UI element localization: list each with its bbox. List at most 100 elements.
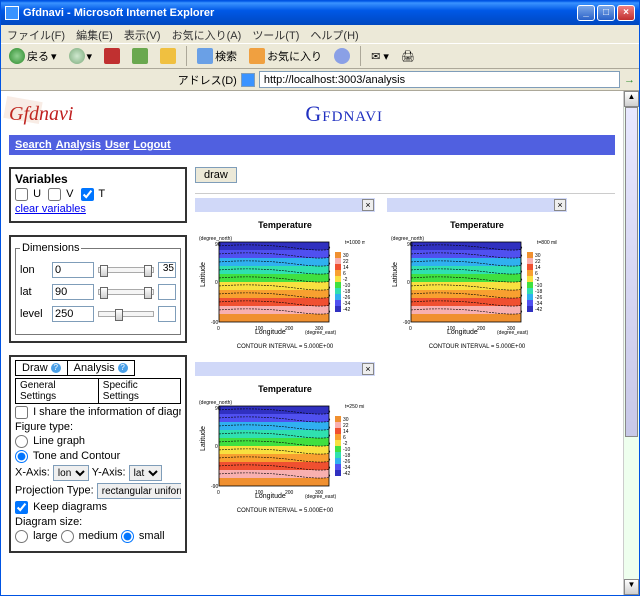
stop-button[interactable]: [100, 46, 124, 66]
nav-analysis[interactable]: Analysis: [56, 139, 101, 151]
page-icon: [241, 73, 255, 87]
subtab-specific[interactable]: Specific Settings: [99, 378, 181, 404]
share-checkbox[interactable]: [15, 406, 28, 419]
back-button[interactable]: 戻る ▾: [5, 46, 61, 66]
menu-edit[interactable]: 編集(E): [76, 30, 113, 42]
print-button[interactable]: 🖨: [397, 48, 419, 65]
var-t[interactable]: T: [81, 188, 106, 200]
nav-logout[interactable]: Logout: [133, 139, 170, 151]
size-large-label[interactable]: large: [15, 530, 58, 542]
plot-close-button[interactable]: ×: [554, 199, 566, 211]
plot: Temperature (degree_north) t=250 mi 3022…: [195, 384, 375, 514]
keep-checkbox[interactable]: [15, 501, 28, 514]
size-large-radio[interactable]: [15, 530, 28, 543]
plot-toolbar: ×: [195, 198, 375, 212]
scroll-thumb[interactable]: [625, 107, 638, 437]
draw-button[interactable]: draw: [195, 167, 237, 183]
address-input[interactable]: [259, 71, 620, 88]
window-title: Gfdnavi - Microsoft Internet Explorer: [23, 7, 575, 19]
plot-svg: (degree_north) t=1000 mi 3022146-2-10-18…: [195, 232, 365, 342]
tab-analysis[interactable]: Analysis?: [68, 360, 135, 376]
plot-toolbar: ×: [387, 198, 567, 212]
close-button[interactable]: ×: [617, 5, 635, 21]
var-u-checkbox[interactable]: [15, 188, 28, 201]
dim-lon-row: lon 35: [20, 262, 176, 278]
mail-button[interactable]: ✉ ▾: [367, 48, 393, 65]
size-small-label[interactable]: small: [121, 530, 165, 542]
help-icon[interactable]: ?: [118, 363, 128, 373]
dim-lon-slider[interactable]: [98, 267, 154, 273]
keep-checkbox-label[interactable]: Keep diagrams: [15, 501, 107, 513]
favorites-button[interactable]: お気に入り: [245, 46, 326, 66]
svg-text:0: 0: [409, 326, 412, 332]
svg-text:100: 100: [255, 326, 264, 332]
svg-text:t=1000 mi: t=1000 mi: [345, 240, 365, 246]
tab-draw[interactable]: Draw?: [15, 360, 68, 376]
clear-variables-link[interactable]: clear variables: [15, 203, 86, 215]
share-checkbox-label[interactable]: I share the information of diagrams whic…: [15, 406, 181, 418]
dim-level-slider[interactable]: [98, 311, 154, 317]
plot-close-button[interactable]: ×: [362, 199, 374, 211]
minimize-button[interactable]: _: [577, 5, 595, 21]
home-button[interactable]: [156, 46, 180, 66]
svg-text:0: 0: [217, 490, 220, 496]
linegraph-radio[interactable]: [15, 435, 28, 448]
var-v-checkbox[interactable]: [48, 188, 61, 201]
scroll-down-button[interactable]: ▼: [624, 579, 639, 595]
size-small-radio[interactable]: [121, 530, 134, 543]
subtab-general[interactable]: General Settings: [15, 378, 99, 404]
plot-svg: (degree_north) t=250 mi 3022146-2-10-18-…: [195, 396, 365, 506]
dim-lon-input[interactable]: [52, 262, 94, 278]
menu-view[interactable]: 表示(V): [124, 30, 161, 42]
xaxis-select[interactable]: lon: [53, 465, 89, 481]
plot-close-button[interactable]: ×: [362, 363, 374, 375]
dim-lat-end[interactable]: [158, 284, 176, 300]
history-button[interactable]: [330, 46, 354, 66]
menu-file[interactable]: ファイル(F): [7, 30, 65, 42]
dim-lat-input[interactable]: [52, 284, 94, 300]
svg-text:Latitude: Latitude: [200, 262, 207, 287]
plot-title: Temperature: [195, 384, 375, 394]
svg-text:300: 300: [315, 326, 324, 332]
history-icon: [334, 48, 350, 64]
menu-favorites[interactable]: お気に入り(A): [172, 30, 242, 42]
linegraph-radio-label[interactable]: Line graph: [15, 435, 85, 447]
plot-caption: CONTOUR INTERVAL = 5.000E+00: [195, 344, 375, 350]
dim-level-end[interactable]: [158, 306, 176, 322]
dim-level-input[interactable]: [52, 306, 94, 322]
projtype-select[interactable]: rectangular uniform coordin: [97, 483, 181, 499]
scroll-up-button[interactable]: ▲: [624, 91, 639, 107]
app-window: Gfdnavi - Microsoft Internet Explorer _ …: [0, 0, 640, 596]
toolbar-sep: [186, 46, 187, 66]
menu-tools[interactable]: ツール(T): [252, 30, 299, 42]
yaxis-label: Y-Axis:: [92, 467, 126, 479]
search-button[interactable]: 検索: [193, 46, 241, 66]
tonecontour-radio-label[interactable]: Tone and Contour: [15, 450, 120, 462]
size-medium-label[interactable]: medium: [61, 530, 118, 542]
tonecontour-radio[interactable]: [15, 450, 28, 463]
plot: Temperature (degree_north) t=800 milli 3…: [387, 220, 567, 350]
menu-help[interactable]: ヘルプ(H): [310, 30, 358, 42]
brand-logo: Gfdnavi: [9, 103, 73, 126]
dim-lat-slider[interactable]: [98, 289, 154, 295]
maximize-button[interactable]: □: [597, 5, 615, 21]
nav-user[interactable]: User: [105, 139, 129, 151]
plot-card: × Temperature (degree_north) t=250 mi 30…: [195, 362, 375, 514]
svg-text:0: 0: [407, 280, 410, 286]
refresh-button[interactable]: [128, 46, 152, 66]
go-button[interactable]: →: [624, 74, 635, 86]
yaxis-select[interactable]: lat: [129, 465, 162, 481]
var-t-checkbox[interactable]: [81, 188, 94, 201]
size-medium-radio[interactable]: [61, 530, 74, 543]
scrollbar[interactable]: ▲ ▼: [623, 91, 639, 595]
dim-lat-row: lat: [20, 284, 176, 300]
nav-search[interactable]: Search: [15, 139, 52, 151]
dim-lat-label: lat: [20, 286, 48, 298]
var-u[interactable]: U: [15, 188, 41, 200]
dim-lon-end[interactable]: 35: [158, 262, 176, 278]
forward-button[interactable]: ▾: [65, 46, 97, 66]
help-icon[interactable]: ?: [51, 363, 61, 373]
var-v[interactable]: V: [48, 188, 73, 200]
projtype-label: Projection Type:: [15, 485, 94, 497]
home-icon: [160, 48, 176, 64]
